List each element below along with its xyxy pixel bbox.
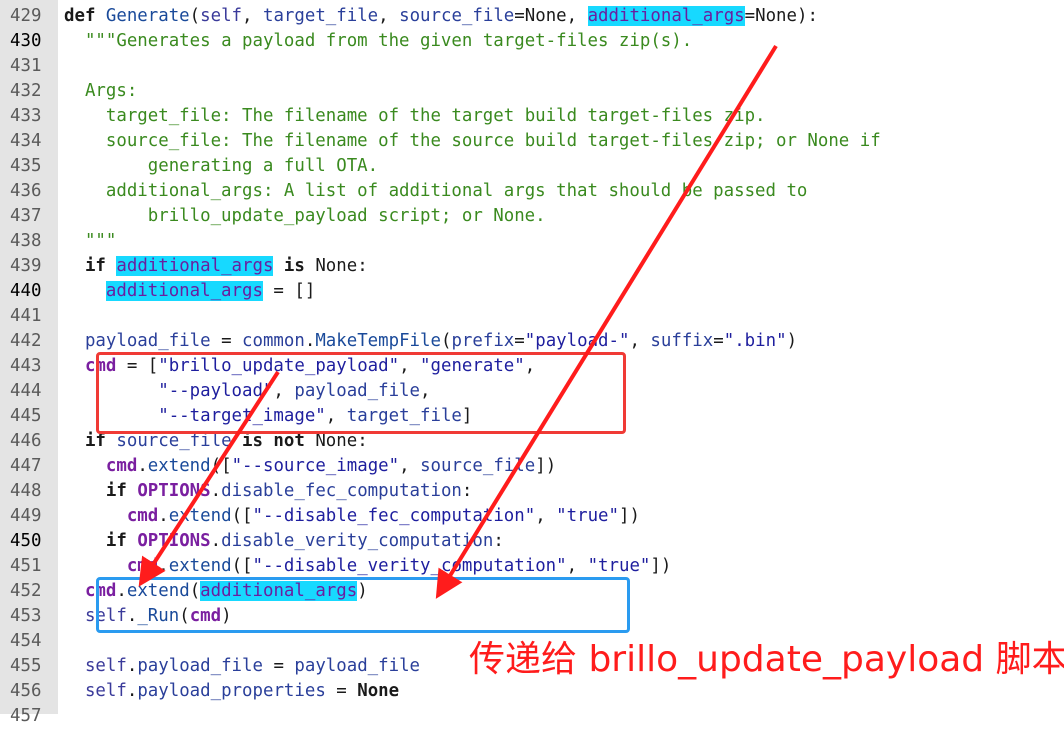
arrow-cmd-to-cmd-extend bbox=[138, 370, 280, 587]
arrow-docstring-to-additional-args bbox=[435, 44, 778, 599]
annotation-arrows bbox=[138, 44, 778, 599]
annotation-caption: 传递给 brillo_update_payload 脚本 bbox=[469, 639, 1064, 680]
